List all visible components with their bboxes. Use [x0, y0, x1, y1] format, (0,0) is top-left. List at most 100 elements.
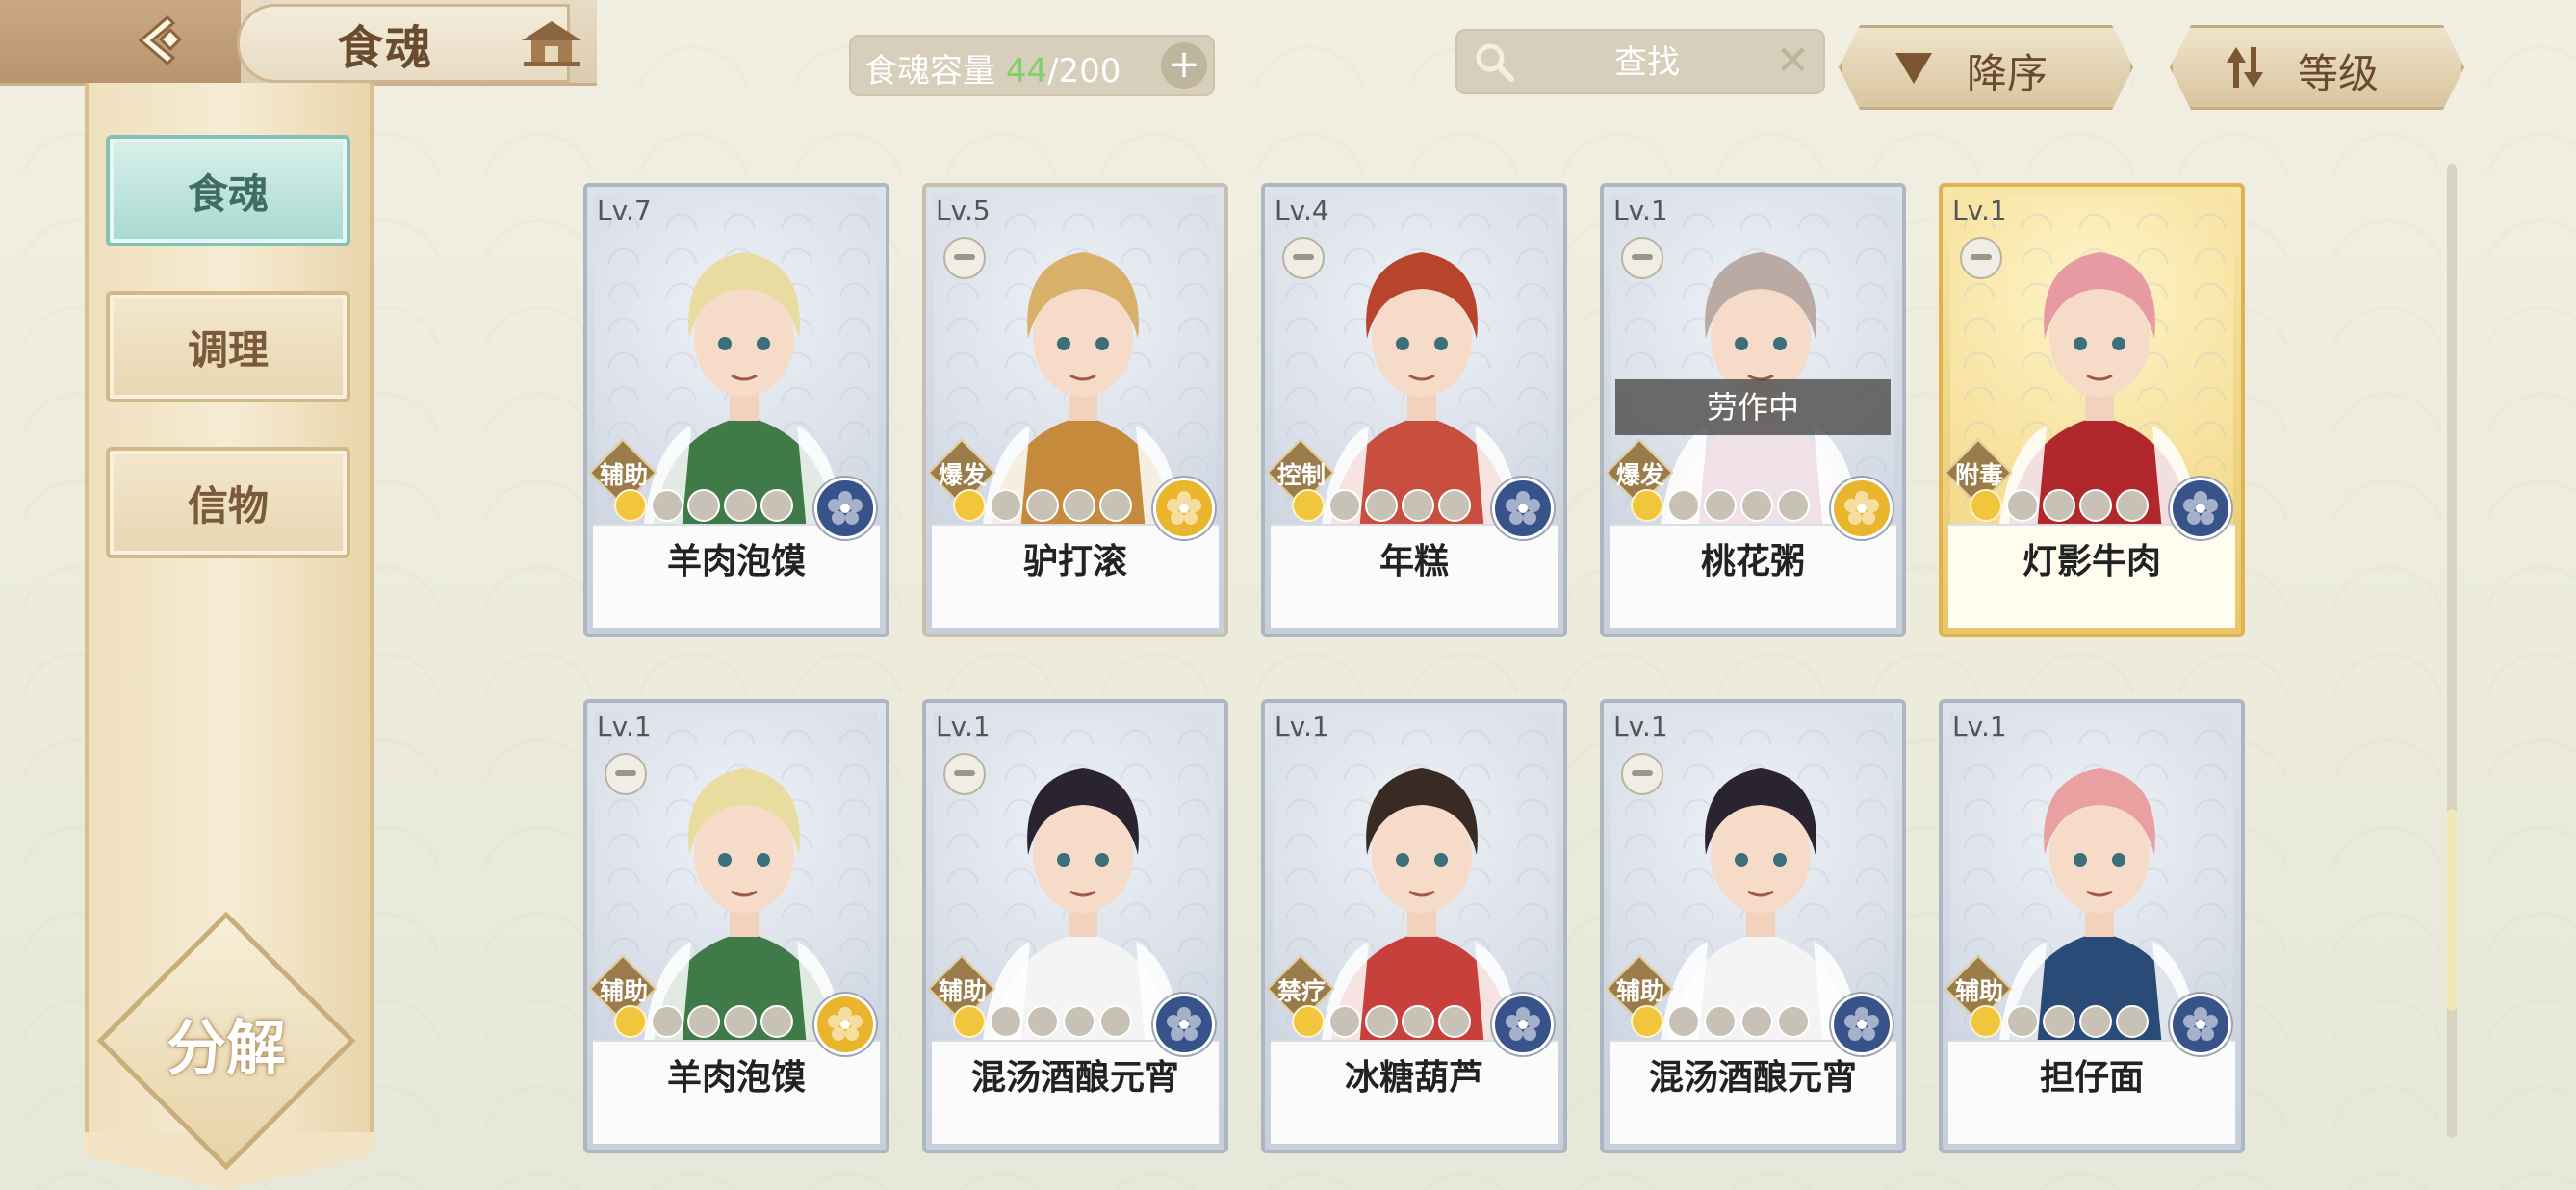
- food-soul-card[interactable]: Lv.1 辅助担仔面: [1939, 699, 2245, 1153]
- star-icon: [1328, 1005, 1361, 1038]
- pavilion-icon: [522, 21, 581, 66]
- star-rating: [614, 1005, 793, 1038]
- card-name: 羊肉泡馍: [666, 542, 806, 582]
- card-name: 羊肉泡馍: [666, 1058, 806, 1098]
- sort-order-button[interactable]: 降序: [1839, 25, 2133, 110]
- flower-icon: [828, 1007, 863, 1041]
- equipment-slot-icon[interactable]: [1621, 753, 1663, 795]
- card-level: Lv.1: [1952, 711, 2007, 742]
- card-name-bar: 担仔面: [1948, 1040, 2235, 1144]
- role-label: 辅助: [599, 461, 648, 489]
- role-label: 辅助: [1954, 977, 2003, 1005]
- food-soul-card[interactable]: Lv.1 附毒 灯影牛肉: [1939, 183, 2245, 637]
- star-icon: [1667, 1005, 1700, 1038]
- flower-icon: [2183, 1007, 2218, 1041]
- star-icon: [2079, 1005, 2112, 1038]
- scrollbar-thumb[interactable]: [2447, 809, 2457, 1011]
- star-icon: [1063, 1005, 1095, 1038]
- star-icon: [1970, 1005, 2002, 1038]
- equipment-slot-icon[interactable]: [1621, 237, 1663, 279]
- sidebar-item-conditioning[interactable]: 调理: [106, 291, 350, 402]
- flower-icon: [828, 491, 863, 525]
- food-soul-card[interactable]: Lv.4 控制 年糕: [1261, 183, 1567, 637]
- star-icon: [2043, 1005, 2075, 1038]
- food-soul-card[interactable]: Lv.1 禁疗 冰糖葫芦: [1261, 699, 1567, 1153]
- star-rating: [1631, 1005, 1810, 1038]
- element-flower-icon: [814, 478, 876, 539]
- card-name: 桃花粥: [1700, 542, 1805, 582]
- capacity-label: 食魂容量: [864, 52, 995, 91]
- card-level: Lv.1: [936, 711, 991, 742]
- star-icon: [1777, 1005, 1810, 1038]
- food-soul-card[interactable]: Lv.1 辅助 混汤酒酿元宵: [922, 699, 1228, 1153]
- star-icon: [990, 489, 1022, 522]
- star-icon: [614, 489, 647, 522]
- card-name-bar: 冰糖葫芦: [1271, 1040, 1558, 1144]
- element-flower-icon: [1831, 478, 1893, 539]
- sidebar-item-label: 信物: [187, 482, 269, 530]
- star-icon: [687, 489, 720, 522]
- sort-by-button[interactable]: 等级: [2170, 25, 2464, 110]
- role-label: 辅助: [599, 977, 648, 1005]
- equipment-slot-icon[interactable]: [605, 753, 647, 795]
- star-rating: [1970, 489, 2149, 522]
- star-icon: [2043, 489, 2075, 522]
- star-rating: [1631, 489, 1810, 522]
- add-capacity-button[interactable]: +: [1161, 42, 1207, 89]
- star-rating: [614, 489, 793, 522]
- flower-icon: [2183, 491, 2218, 525]
- food-soul-card[interactable]: Lv.1 劳作中 爆发 桃花粥: [1600, 183, 1906, 637]
- sidebar-item-food-souls[interactable]: 食魂: [106, 135, 350, 246]
- card-level: Lv.1: [597, 711, 652, 742]
- equipment-slot-icon[interactable]: [943, 237, 986, 279]
- equipment-slot-icon[interactable]: [1960, 237, 2002, 279]
- star-icon: [1099, 1005, 1132, 1038]
- role-label: 辅助: [938, 977, 987, 1005]
- card-name-bar: 羊肉泡馍: [593, 1040, 880, 1144]
- star-icon: [724, 1005, 757, 1038]
- flower-icon: [1167, 1007, 1201, 1041]
- equipment-slot-icon[interactable]: [1282, 237, 1325, 279]
- star-icon: [953, 1005, 986, 1038]
- card-level: Lv.4: [1275, 194, 1329, 226]
- star-icon: [953, 489, 986, 522]
- card-name-bar: 桃花粥: [1610, 524, 1896, 628]
- food-soul-card[interactable]: Lv.5 爆发 驴打滚: [922, 183, 1228, 637]
- star-icon: [2006, 489, 2039, 522]
- sidebar-item-tokens[interactable]: 信物: [106, 447, 350, 558]
- clear-search-button[interactable]: ✕: [1776, 39, 1810, 83]
- food-soul-card[interactable]: Lv.1 辅助 混汤酒酿元宵: [1600, 699, 1906, 1153]
- star-icon: [1438, 1005, 1471, 1038]
- food-soul-card[interactable]: Lv.1 辅助羊肉泡馍: [583, 699, 889, 1153]
- card-level: Lv.7: [597, 194, 652, 226]
- equipment-slot-icon[interactable]: [943, 753, 986, 795]
- role-label: 爆发: [1615, 461, 1664, 489]
- star-icon: [1292, 489, 1325, 522]
- star-icon: [1292, 1005, 1325, 1038]
- star-icon: [2006, 1005, 2039, 1038]
- element-flower-icon: [2170, 478, 2231, 539]
- food-soul-card[interactable]: Lv.7 辅助羊肉泡馍: [583, 183, 889, 637]
- element-flower-icon: [1153, 478, 1215, 539]
- back-button[interactable]: [131, 12, 200, 69]
- element-flower-icon: [1831, 994, 1893, 1055]
- star-icon: [651, 489, 683, 522]
- capacity-text: 食魂容量 44/200: [864, 44, 1121, 91]
- star-icon: [724, 489, 757, 522]
- star-icon: [687, 1005, 720, 1038]
- role-label: 控制: [1276, 461, 1326, 489]
- search-box[interactable]: ✕: [1455, 29, 1825, 94]
- star-rating: [1292, 489, 1471, 522]
- star-icon: [1402, 1005, 1434, 1038]
- role-label: 爆发: [938, 461, 987, 489]
- flower-icon: [1844, 1007, 1879, 1041]
- star-icon: [990, 1005, 1022, 1038]
- search-input[interactable]: [1525, 37, 1769, 89]
- star-icon: [1777, 489, 1810, 522]
- star-rating: [953, 1005, 1132, 1038]
- home-button[interactable]: [518, 15, 585, 69]
- flower-icon: [1506, 1007, 1540, 1041]
- star-icon: [1970, 489, 2002, 522]
- card-name: 担仔面: [2039, 1058, 2144, 1098]
- star-icon: [1667, 489, 1700, 522]
